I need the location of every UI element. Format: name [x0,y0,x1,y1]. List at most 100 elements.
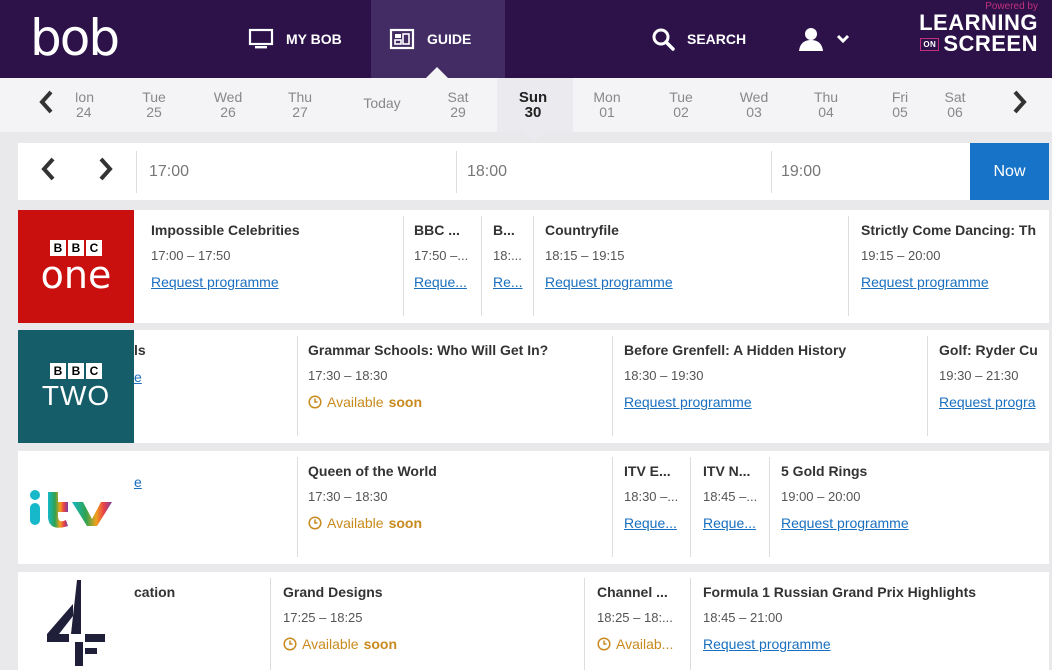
programme-time: 18:30 –... [624,489,679,504]
programme-time: 17:30 – 18:30 [308,368,388,383]
request-programme-link[interactable]: Request programme [624,394,914,410]
programme-title: cation [134,584,176,600]
programme-cell: B... 18:... Re... [493,210,525,290]
nav-search-label: SEARCH [687,31,747,47]
chevron-down-icon [836,34,850,44]
programme-title: ITV E... [624,463,671,479]
request-programme-link[interactable]: Request progra [939,394,1049,410]
request-programme-link[interactable]: Reque... [703,515,767,531]
guide-active-caret [426,67,448,78]
request-programme-link[interactable]: Request programme [151,274,391,290]
programme-divider [297,457,298,557]
bbc-b2: B [68,363,84,379]
now-button[interactable]: Now [970,143,1049,200]
clock-icon [597,637,611,651]
request-programme-link[interactable]: e [134,369,294,385]
partner-on-badge: ON [920,37,940,51]
chevron-right-icon [99,157,113,181]
bbc-one-logo-text: one [40,253,112,297]
request-programme-link[interactable]: Request programme [861,274,1049,290]
programme-cell: ls e [134,330,294,385]
request-programme-link[interactable]: Reque... [624,515,688,531]
monitor-icon [248,28,274,49]
day-tab[interactable]: Sun 30 [503,90,563,120]
availability-status: Available soon [308,394,608,410]
day-tab[interactable]: Thu 27 [270,90,330,120]
availability-label: Available [327,394,384,410]
day-next-arrow[interactable] [1012,90,1028,121]
request-programme-link[interactable]: Reque... [414,274,474,290]
bbc-one-logo[interactable]: BBC one [18,210,134,323]
nav-search[interactable]: SEARCH [651,0,746,78]
channel-4-logo[interactable] [18,572,134,670]
channel-row-bbc-two: BBC TWO ls e Grammar Schools: Who Will G… [18,330,1049,443]
programme-title: Strictly Come Dancing: Th [861,222,1037,238]
programme-title: Impossible Celebrities [151,222,300,238]
nav-my-bob[interactable]: MY BOB [248,0,342,78]
day-tab[interactable]: Sat 06 [940,90,970,120]
programme-title: Queen of the World [308,463,437,479]
day-date: 05 [892,104,908,120]
programme-divider [769,457,770,557]
day-name: Wed [739,89,769,105]
programme-time: 18:45 –... [703,489,758,504]
request-programme-link[interactable]: Request programme [781,515,1041,531]
day-tab[interactable]: Fri 05 [870,90,930,120]
day-name: Sat [944,90,966,105]
bbc-blocks: BBC [50,363,102,379]
clock-icon [283,637,297,651]
clock-icon [308,516,322,530]
request-programme-link[interactable]: Request programme [545,274,825,290]
day-tab[interactable]: Wed 03 [724,90,784,120]
request-programme-link[interactable]: e [134,474,294,490]
day-tab[interactable]: Mon24 [76,90,94,120]
programme-cell: cation [134,572,269,600]
programme-time: 18:45 – 21:00 [703,610,783,625]
programme-cell: Golf: Ryder Cu 19:30 – 21:30 Request pro… [939,330,1049,410]
itv-logo[interactable] [18,451,134,564]
request-programme-link[interactable]: Request programme [703,636,1049,652]
day-tab[interactable]: Sat 29 [428,90,488,120]
availability-soon: soon [363,636,398,652]
day-tab[interactable]: Wed 26 [198,90,258,120]
programme-divider [584,578,585,670]
time-prev-button[interactable] [40,157,56,188]
day-tab[interactable]: Tue 25 [124,90,184,120]
time-next-button[interactable] [98,157,114,188]
day-tab[interactable]: Thu 04 [796,90,856,120]
request-programme-link[interactable]: Re... [493,274,525,290]
day-tab[interactable]: Mon 01 [577,90,637,120]
nav-guide-label: GUIDE [427,31,472,47]
programme-cell: Before Grenfell: A Hidden History 18:30 … [624,330,914,410]
day-prev-arrow[interactable] [38,90,54,121]
time-divider [456,151,457,193]
bob-logo[interactable]: bob [30,10,120,66]
availability-status: Availab... [597,636,685,652]
programme-title: Channel ... [597,584,668,600]
day-name: Sat [447,89,469,105]
user-menu[interactable] [798,0,850,78]
day-date: 26 [220,104,236,120]
bbc-b1: B [50,363,66,379]
programme-title: 5 Gold Rings [781,463,868,479]
day-date: 06 [947,104,963,120]
day-tab[interactable]: Today [352,96,412,111]
programme-cell: BBC ... 17:50 –... Reque... [414,210,474,290]
time-divider [771,151,772,193]
availability-label: Availab... [616,636,674,652]
programme-time: 19:00 – 20:00 [781,489,861,504]
programme-divider [927,336,928,436]
availability-label: Available [302,636,359,652]
day-name: Sun [518,89,548,106]
bbc-two-logo[interactable]: BBC TWO [18,330,134,443]
time-label: 17:00 [149,163,190,180]
programme-cell: Queen of the World 17:30 – 18:30 Availab… [308,451,608,531]
programme-title: ITV N... [703,463,751,479]
channel-4-logo-mark [47,580,105,666]
itv-logo-mark [30,490,112,528]
day-tab[interactable]: Tue 02 [651,90,711,120]
availability-soon: soon [388,394,423,410]
programme-cell: Strictly Come Dancing: Th 19:15 – 20:00 … [861,210,1049,290]
programme-cell: ITV E... 18:30 –... Reque... [624,451,688,531]
programme-title: ls [134,342,146,358]
